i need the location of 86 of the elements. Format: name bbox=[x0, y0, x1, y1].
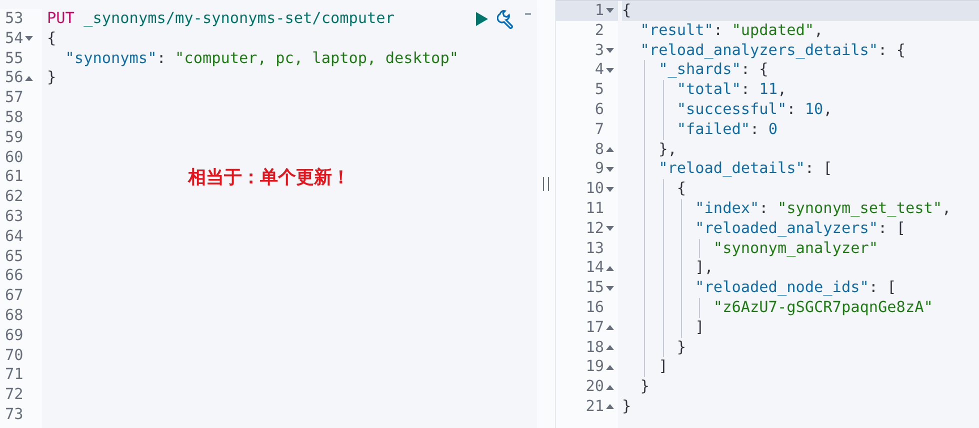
code-line: "reload_analyzers_details": { bbox=[639, 40, 906, 60]
code-line: "successful": 10, bbox=[676, 100, 832, 120]
fold-down-icon[interactable] bbox=[606, 68, 614, 73]
code-line: } bbox=[639, 377, 650, 397]
line-number: 63 bbox=[5, 206, 24, 227]
fold-up-icon[interactable] bbox=[606, 364, 614, 370]
fold-down-icon[interactable] bbox=[606, 166, 614, 172]
line-number: 12 bbox=[586, 218, 604, 239]
code-line: } bbox=[47, 68, 56, 88]
fold-down-icon[interactable] bbox=[25, 36, 34, 42]
line-number: 2 bbox=[594, 20, 604, 41]
fold-down-icon[interactable] bbox=[606, 286, 614, 291]
line-number: 3 bbox=[594, 40, 604, 60]
code-line: }, bbox=[658, 140, 677, 160]
run-icon[interactable] bbox=[475, 11, 489, 28]
line-number: 69 bbox=[5, 326, 24, 346]
fold-down-icon[interactable] bbox=[606, 48, 614, 53]
line-number: 15 bbox=[586, 278, 604, 298]
line-number: 70 bbox=[5, 346, 24, 366]
fold-up-icon[interactable] bbox=[25, 76, 34, 81]
line-number: 54 bbox=[5, 28, 24, 49]
line-number: 71 bbox=[5, 365, 24, 386]
line-number: 10 bbox=[586, 179, 604, 199]
code-line: "synonym_analyzer" bbox=[712, 238, 878, 258]
line-number: 64 bbox=[5, 226, 24, 247]
code-line: "reloaded_node_ids": [ bbox=[694, 278, 896, 298]
fold-up-icon[interactable] bbox=[606, 325, 614, 330]
fold-up-icon[interactable] bbox=[606, 266, 614, 271]
line-number: 20 bbox=[586, 377, 604, 397]
fold-up-icon[interactable] bbox=[606, 384, 614, 390]
code-line: "total": 11, bbox=[676, 80, 787, 100]
code-line: } bbox=[676, 338, 686, 358]
line-number: 5 bbox=[594, 80, 604, 100]
line-number: 62 bbox=[5, 187, 24, 207]
code-line: "result": "updated", bbox=[639, 20, 824, 41]
line-number: 53 bbox=[5, 9, 24, 29]
code-line: ] bbox=[658, 357, 668, 378]
line-number: 1 bbox=[594, 1, 604, 21]
line-number: 57 bbox=[5, 88, 24, 108]
line-number: 16 bbox=[586, 298, 604, 318]
fold-down-icon[interactable] bbox=[606, 8, 614, 14]
code-line: PUT _synonyms/my-synonyms-set/computer bbox=[47, 9, 394, 29]
fold-up-icon[interactable] bbox=[606, 404, 614, 410]
line-number: 72 bbox=[5, 385, 24, 405]
line-number: 8 bbox=[594, 140, 604, 160]
line-number: 65 bbox=[5, 246, 24, 266]
line-number: 17 bbox=[586, 318, 604, 338]
annotation-text: 相当于：单个更新！ bbox=[188, 166, 350, 189]
fold-up-icon[interactable] bbox=[606, 146, 614, 152]
line-number: 13 bbox=[586, 238, 604, 258]
code-line: "_shards": { bbox=[658, 60, 768, 80]
line-number: 19 bbox=[586, 357, 604, 378]
code-line: ] bbox=[694, 318, 704, 338]
line-number: 14 bbox=[586, 258, 604, 278]
line-number: 4 bbox=[594, 60, 604, 80]
code-line: "failed": 0 bbox=[676, 120, 778, 140]
line-number: 68 bbox=[5, 306, 24, 326]
code-line: ], bbox=[694, 258, 714, 278]
code-line: "synonyms": "computer, pc, laptop, desktop" bbox=[64, 48, 458, 68]
line-number: 56 bbox=[5, 68, 24, 88]
code-line: "z6AzU7-gSGCR7paqnGe8zA" bbox=[712, 298, 933, 318]
line-number: 11 bbox=[586, 198, 604, 219]
line-number: 66 bbox=[5, 266, 24, 286]
line-number: 55 bbox=[5, 48, 24, 68]
line-number: 9 bbox=[594, 159, 604, 180]
line-number: 18 bbox=[586, 338, 604, 358]
line-number: 21 bbox=[586, 396, 604, 417]
code-line: } bbox=[622, 396, 632, 417]
code-line: { bbox=[676, 179, 686, 199]
fold-up-icon[interactable] bbox=[606, 344, 614, 350]
code-line: "index": "synonym_set_test", bbox=[694, 198, 952, 219]
code-line: { bbox=[622, 1, 632, 21]
fold-down-icon[interactable] bbox=[606, 186, 614, 192]
line-number: 61 bbox=[5, 167, 24, 188]
line-number: 67 bbox=[5, 286, 24, 306]
fold-down-icon[interactable] bbox=[606, 226, 614, 232]
line-number: 6 bbox=[594, 100, 604, 120]
line-number: 60 bbox=[5, 148, 24, 168]
line-number: 73 bbox=[5, 404, 24, 425]
line-number: 58 bbox=[5, 108, 24, 128]
resize-handle[interactable] bbox=[543, 177, 549, 191]
line-number: 59 bbox=[5, 128, 24, 148]
code-line: "reload_details": [ bbox=[658, 159, 832, 180]
code-line: { bbox=[47, 28, 56, 49]
line-number: 7 bbox=[594, 120, 604, 140]
code-line: "reloaded_analyzers": [ bbox=[694, 218, 906, 239]
